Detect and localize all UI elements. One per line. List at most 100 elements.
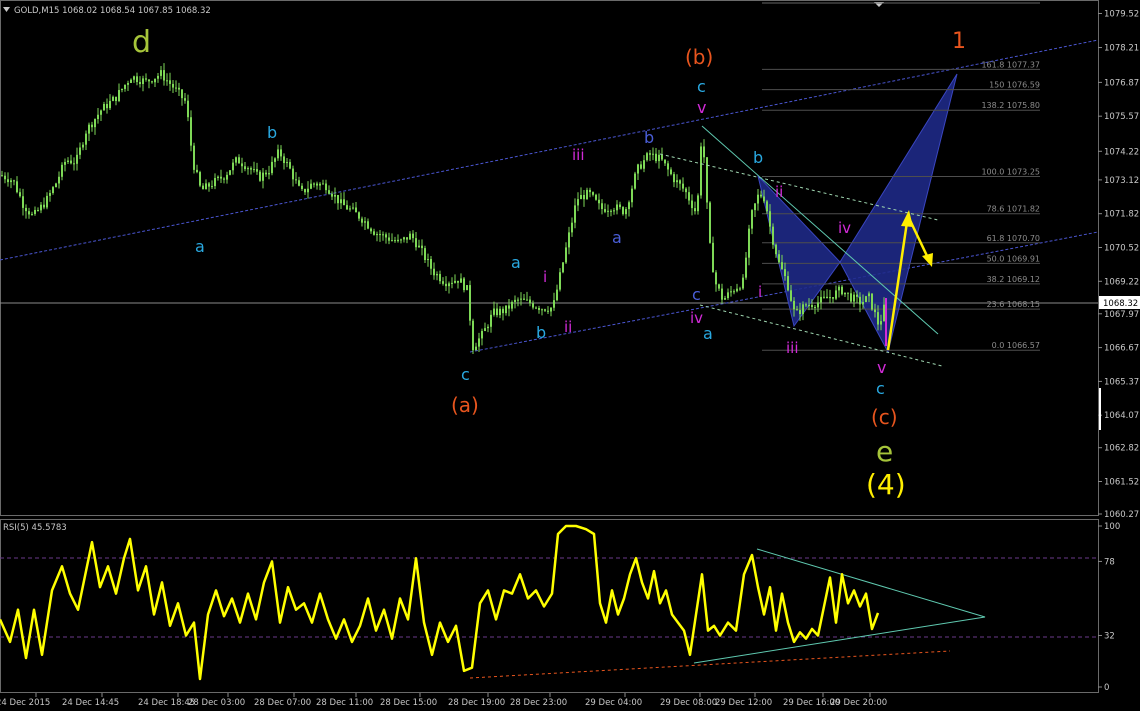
candle-body [259,171,261,181]
wave-label-iv2: iv [838,219,851,237]
time-tick-label: 28 Dec 15:00 [380,698,437,708]
candle-body [46,195,48,208]
candle-body [790,290,792,301]
candle-body [142,78,144,84]
candle-body [1,175,3,177]
rsi-tick-label: 0 [1104,683,1109,693]
candle-body [163,70,165,81]
candle-body [139,82,141,84]
candle-body [457,280,459,283]
candle-body [415,238,417,248]
wave-label-b3: b [644,128,654,147]
candle-body [661,154,663,160]
candle-body [745,257,747,278]
candle-body [22,196,24,208]
wave-label-i2: i [758,283,762,301]
candle-body [235,157,237,163]
candle-body [808,305,810,307]
wave-label-e: e [876,435,893,468]
candle-body [631,188,633,203]
candle-body [220,176,222,179]
candle-body [373,231,375,235]
rsi-tick-label: 100 [1104,522,1120,532]
rsi-axis: 100 78 32 0 [1098,522,1120,693]
wave-label-1: 1 [952,29,966,54]
candle-body [385,234,387,238]
candle-body [559,272,561,290]
price-tick-label: 1064.07 [1104,411,1139,421]
candle-body [676,180,678,183]
candle-body [304,189,306,193]
candle-body [76,154,78,164]
price-tick-label: 1060.27 [1104,510,1139,520]
candle-body [499,308,501,316]
candle-body [151,81,153,83]
time-tick-label: 28 Dec 19:00 [448,698,505,708]
fib-label: 0.0 1066.57 [992,341,1040,350]
time-tick-label: 29 Dec 12:00 [715,698,772,708]
candle-body [94,119,96,128]
candle-body [556,289,558,301]
candle-body [211,186,213,188]
candle-body [241,163,243,167]
candle-body [442,281,444,284]
candle-body [190,117,192,146]
candle-body [721,288,723,300]
candle-body [550,307,552,312]
candle-body [166,80,168,82]
candle-body [268,173,270,175]
candle-body [481,331,483,339]
candle-body [298,180,300,186]
candle-body [595,194,597,200]
candle-body [571,222,573,233]
candle-body [244,166,246,170]
wave-label-a4: a [703,324,713,343]
wave-label-c2: c [692,285,701,304]
wave-label-paren-a: (a) [451,393,479,417]
candle-body [784,269,786,277]
candle-body [793,300,795,310]
wave-label-ii2: ii [775,183,783,201]
candle-body [19,192,21,197]
price-tick-label: 1073.12 [1104,176,1139,186]
candle-body [469,285,471,321]
time-tick-label: 24 Dec 18:45 [138,698,195,708]
candle-body [529,299,531,304]
price-tick-label: 1076.87 [1104,78,1139,88]
candle-body [646,153,648,161]
candle-body [709,202,711,243]
candle-body [547,310,549,312]
symbol-dropdown-icon[interactable] [3,7,10,12]
candle-body [403,237,405,240]
candle-body [58,176,60,184]
candle-body [871,293,873,310]
pattern-right-shape[interactable] [839,73,958,354]
candle-body [214,177,216,187]
fib-label: 23.6 1068.15 [987,300,1040,309]
wave-label-iv1: iv [690,309,703,327]
price-tick-label: 1070.52 [1104,243,1139,253]
candle-body [358,212,360,219]
candle-body [502,308,504,314]
candle-body [4,175,6,180]
candle-body [115,96,117,102]
candle-body [865,296,867,302]
candle-body [247,168,249,170]
candle-body [412,233,414,239]
candle-body [325,183,327,191]
candle-body [379,234,381,236]
candle-body [202,185,204,190]
wave-label-paren-b: (b) [685,45,713,69]
candle-body [184,98,186,101]
candle-body [367,221,369,229]
candle-body [652,153,654,155]
candle-body [61,164,63,177]
candle-body [283,156,285,164]
candle-body [169,80,171,84]
candle-body [697,195,699,212]
time-axis: 24 Dec 2015 24 Dec 14:45 24 Dec 18:4528 De… [0,693,887,708]
candle-body [460,278,462,283]
candle-body [805,304,807,306]
candle-body [112,96,114,101]
candle-body [715,272,717,285]
